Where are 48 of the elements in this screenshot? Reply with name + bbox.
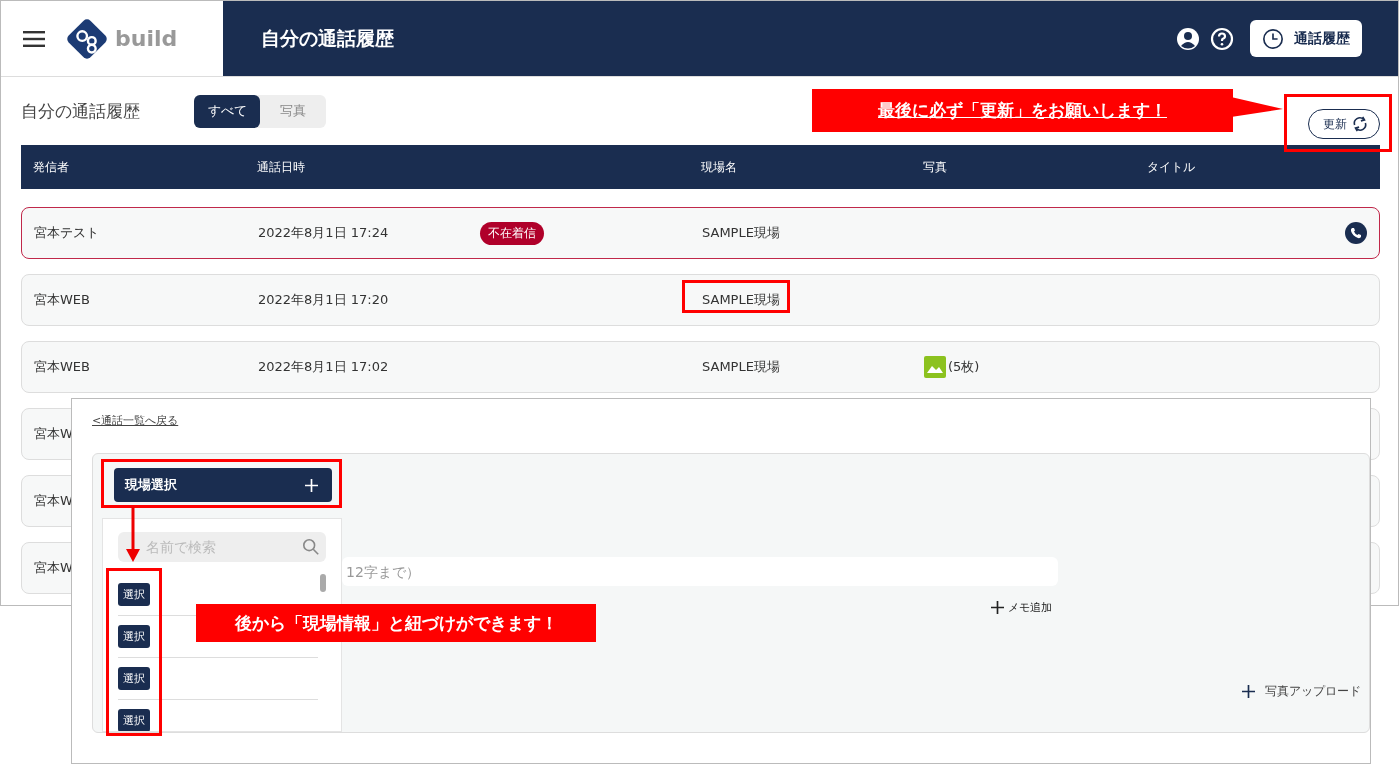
phone-icon[interactable]: [1345, 222, 1367, 244]
plus-icon: [991, 601, 1004, 614]
app-name: build: [115, 26, 178, 51]
scrollbar-thumb[interactable]: [320, 574, 326, 592]
plus-icon: [305, 478, 318, 492]
menu-icon[interactable]: [23, 30, 45, 47]
site-select-button[interactable]: 現場選択: [114, 468, 332, 502]
column-header: 写真: [923, 158, 948, 176]
image-icon: [924, 356, 946, 378]
call-history-button[interactable]: 通話履歴: [1250, 20, 1362, 57]
site-name: SAMPLE現場: [702, 292, 780, 307]
add-memo-button[interactable]: メモ追加: [985, 599, 1058, 616]
callout-arrow: [126, 507, 140, 562]
call-datetime: 2022年8月1日 17:02: [258, 358, 390, 376]
column-header: 発信者: [33, 158, 70, 176]
missed-call-badge: 不在着信: [480, 221, 544, 245]
help-icon[interactable]: [1210, 26, 1234, 51]
user-icon[interactable]: [1176, 26, 1200, 51]
photo-count: (5枚): [948, 358, 980, 376]
select-button[interactable]: 選択: [118, 709, 150, 731]
column-header: 通話日時: [257, 158, 306, 176]
select-button[interactable]: 選択: [118, 667, 150, 690]
select-button[interactable]: 選択: [118, 583, 150, 606]
caller-name: 宮本WEB: [34, 291, 91, 309]
site-name: SAMPLE現場: [702, 359, 780, 374]
memo-field[interactable]: 12字まで）: [342, 557, 1058, 586]
page-title: 自分の通話履歴: [261, 25, 394, 51]
search-icon: [302, 538, 320, 556]
filter-tab[interactable]: すべて: [194, 94, 260, 128]
clock-icon: [1262, 27, 1284, 50]
caller-name: 宮本テスト: [34, 224, 100, 242]
call-row[interactable]: 宮本WEB 2022年8月1日 17:02 SAMPLE現場 (5枚): [21, 341, 1380, 393]
call-row[interactable]: 宮本WEB 2022年8月1日 17:20 SAMPLE現場: [21, 274, 1380, 326]
call-datetime: 2022年8月1日 17:24: [258, 224, 390, 242]
annotation-callout: 後から「現場情報」と紐づけができます！: [196, 604, 596, 642]
refresh-icon: [1351, 115, 1369, 133]
call-datetime: 2022年8月1日 17:20: [258, 291, 390, 309]
column-header: タイトル: [1147, 158, 1196, 176]
plus-icon: [1242, 685, 1255, 698]
caller-name: 宮本WEB: [34, 358, 91, 376]
call-row[interactable]: 宮本テスト 2022年8月1日 17:24 不在着信 SAMPLE現場: [21, 207, 1380, 259]
photo-upload-button[interactable]: 写真アップロード: [1236, 682, 1367, 701]
section-title: 自分の通話履歴: [21, 99, 141, 123]
column-header: 現場名: [701, 158, 738, 176]
back-link[interactable]: <通話一覧へ戻る: [92, 413, 179, 428]
refresh-button[interactable]: 更新: [1308, 109, 1380, 139]
site-name: SAMPLE現場: [702, 225, 780, 240]
select-button[interactable]: 選択: [118, 625, 150, 648]
